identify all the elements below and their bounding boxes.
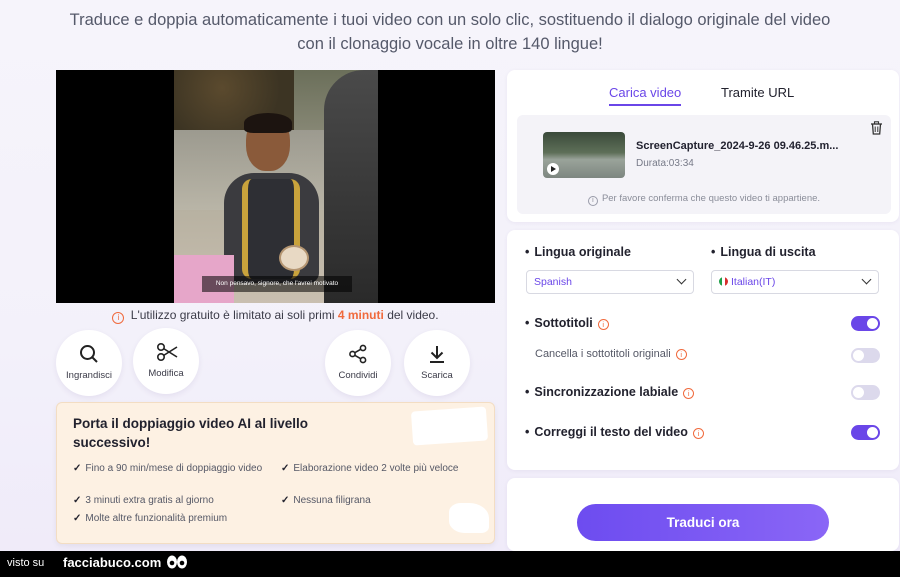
ownership-notice: i Per favore conferma che questo video ti…: [517, 193, 891, 206]
check-icon: ✓: [73, 463, 82, 474]
remove-subtitles-toggle[interactable]: [851, 348, 880, 363]
subtitle-line-2: con il clonaggio vocale in oltre 140 lin…: [297, 35, 603, 53]
italy-flag-icon: [719, 277, 728, 286]
video-thumbnail[interactable]: [543, 132, 625, 178]
limit-prefix: L'utilizzo gratuito è limitato ai soli p…: [130, 308, 335, 322]
eyes-logo-icon: [167, 555, 187, 569]
tab-via-url[interactable]: Tramite URL: [721, 84, 794, 102]
info-icon: i: [587, 196, 598, 206]
remove-subtitles-label: Cancella i sottotitoli originali i: [535, 348, 687, 360]
redaction-patch: [719, 383, 751, 401]
share-label: Condividi: [338, 370, 378, 381]
lipsync-toggle[interactable]: [851, 385, 880, 400]
uploaded-file: ScreenCapture_2024-9-26 09.46.25.m... Du…: [517, 115, 891, 214]
zoom-button[interactable]: Ingrandisci: [56, 330, 122, 396]
promo-feature: ✓ Molte altre funzionalità premium: [73, 513, 228, 524]
share-button[interactable]: Condividi: [325, 330, 391, 396]
limit-suffix: del video.: [387, 308, 439, 322]
output-language-select[interactable]: Italian(IT): [711, 270, 879, 294]
share-icon: [349, 344, 367, 364]
check-icon: ✓: [73, 513, 82, 524]
subtitles-label: • Sottotitoli i: [525, 316, 609, 330]
tab-upload-video[interactable]: Carica video: [609, 84, 682, 106]
info-icon[interactable]: i: [597, 319, 609, 330]
chevron-down-icon: [861, 274, 872, 285]
magnifier-icon: [80, 345, 98, 363]
file-duration: Durata:03:34: [636, 158, 694, 169]
page-subtitle: Traduce e doppia automaticamente i tuoi …: [0, 8, 900, 56]
brand-text: facciabuco.com: [63, 555, 162, 570]
info-icon[interactable]: i: [683, 388, 695, 399]
limit-highlight: 4 minuti: [337, 308, 384, 322]
redaction-patch: [449, 503, 489, 533]
download-icon: [430, 346, 444, 363]
info-icon: i: [112, 312, 125, 324]
lipsync-label: • Sincronizzazione labiale i: [525, 385, 695, 399]
subtitle-line-1: Traduce e doppia automaticamente i tuoi …: [69, 11, 831, 29]
translate-now-button[interactable]: Traduci ora: [577, 504, 829, 541]
subtitles-toggle[interactable]: [851, 316, 880, 331]
video-caption: Non pensavo, signore, che l'avrei motiva…: [202, 276, 352, 292]
correct-text-toggle[interactable]: [851, 425, 880, 440]
video-frame: Non pensavo, signore, che l'avrei motiva…: [174, 70, 378, 303]
promo-feature: ✓ Elaborazione video 2 volte più veloce: [281, 463, 459, 474]
file-name: ScreenCapture_2024-9-26 09.46.25.m...: [636, 140, 839, 152]
check-icon: ✓: [281, 463, 290, 474]
edit-label: Modifica: [148, 368, 184, 379]
settings-card: • Lingua originale • Lingua di uscita Span…: [507, 230, 899, 470]
scissors-icon: [156, 342, 178, 362]
output-language-label: • Lingua di uscita: [711, 245, 816, 259]
info-icon[interactable]: i: [675, 349, 687, 360]
info-icon[interactable]: i: [692, 428, 704, 439]
footer-bar: visto su facciabuco.com: [0, 551, 900, 577]
redaction-patch: [410, 406, 489, 446]
promo-feature: ✓ 3 minuti extra gratis al giorno: [73, 495, 214, 506]
correct-text-label: • Correggi il testo del video i: [525, 425, 704, 439]
chevron-down-icon: [676, 274, 687, 285]
promo-feature: ✓ Fino a 90 min/mese di doppiaggio video: [73, 463, 263, 474]
usage-limit-notice: i L'utilizzo gratuito è limitato ai soli…: [56, 306, 495, 324]
upload-card: Carica video Tramite URL ScreenCapture_2…: [507, 70, 899, 222]
download-label: Scarica: [421, 370, 453, 381]
edit-button[interactable]: Modifica: [133, 328, 199, 394]
zoom-label: Ingrandisci: [66, 370, 112, 381]
video-player[interactable]: Non pensavo, signore, che l'avrei motiva…: [56, 70, 495, 303]
trash-icon[interactable]: [870, 121, 883, 135]
promo-title: Porta il doppiaggio video AI al livello …: [73, 416, 309, 450]
upgrade-promo[interactable]: Porta il doppiaggio video AI al livello …: [56, 402, 495, 544]
play-icon: [547, 163, 559, 175]
check-icon: ✓: [281, 495, 290, 506]
download-button[interactable]: Scarica: [404, 330, 470, 396]
original-language-label: • Lingua originale: [525, 245, 631, 259]
seen-on-text: visto su: [7, 557, 45, 569]
check-icon: ✓: [73, 495, 82, 506]
original-language-select[interactable]: Spanish: [526, 270, 694, 294]
